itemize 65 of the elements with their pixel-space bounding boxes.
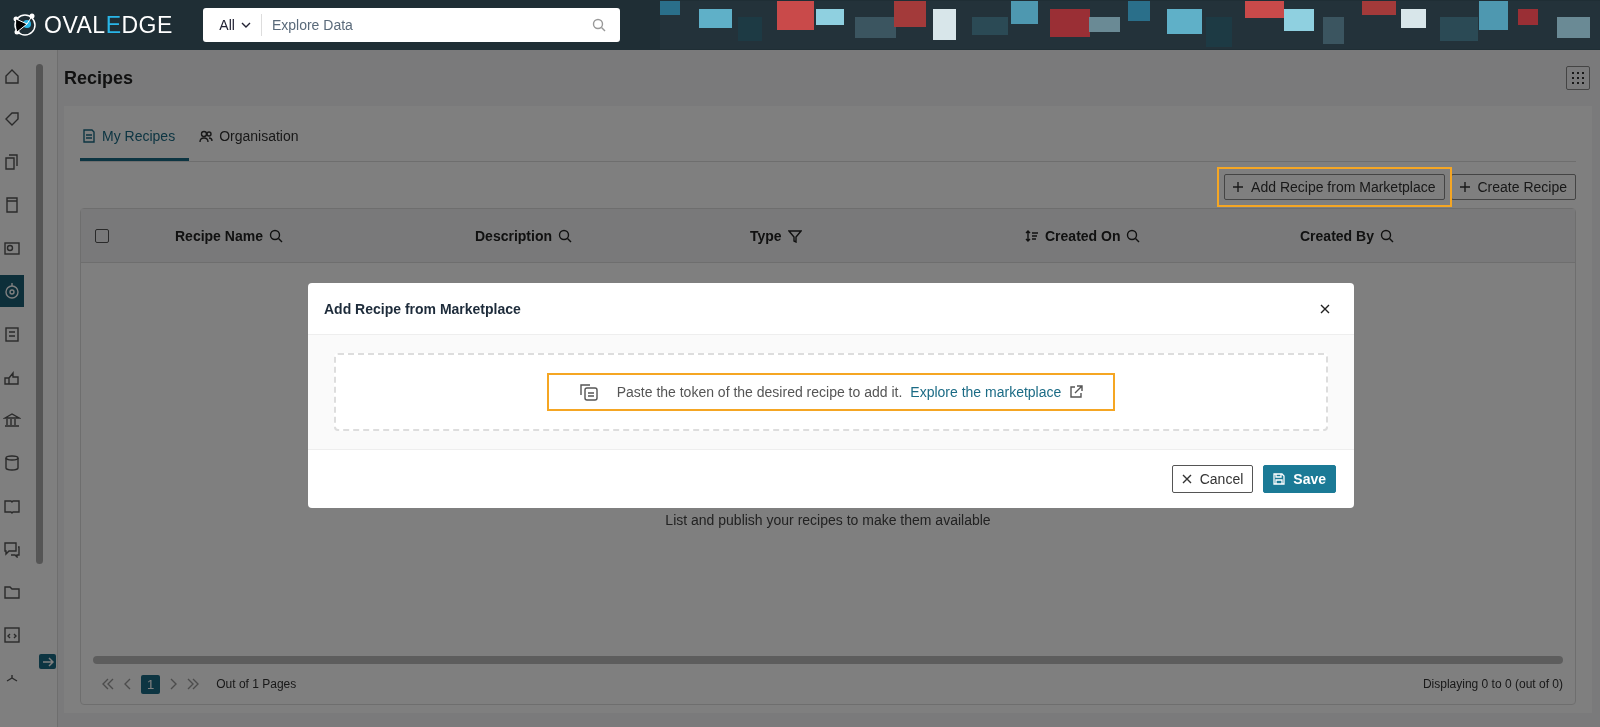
- add-button[interactable]: Create Recipe: [1450, 174, 1576, 200]
- hint-text: Paste the token of the desired recipe to add it.: [616, 384, 903, 400]
- dialog-title: Add Recipe from Marketplace: [324, 300, 521, 317]
- column-header[interactable]: Recipe Name: [175, 227, 263, 244]
- database-icon: [3, 454, 21, 472]
- first-page-icon[interactable]: [101, 678, 115, 690]
- column-header[interactable]: Description: [475, 227, 552, 244]
- drop-zone[interactable]: Paste the token of the desired recipe to add it. Explore the marketplace: [334, 353, 1328, 431]
- logo-icon: [12, 12, 38, 38]
- external-link-icon[interactable]: [1069, 385, 1084, 399]
- arrow-right-icon: [41, 656, 54, 667]
- column-header[interactable]: Created On: [1045, 227, 1121, 244]
- people-icon: [199, 129, 214, 143]
- scope-dropdown[interactable]: All: [219, 17, 235, 33]
- grid-icon: [1572, 72, 1584, 84]
- previous-page-icon[interactable]: [123, 678, 133, 690]
- chat-icon: [3, 540, 21, 558]
- clipboard-icon: [3, 325, 21, 343]
- chart-icon: [3, 239, 21, 257]
- search-icon[interactable]: [1126, 228, 1141, 243]
- column-header[interactable]: Type: [750, 227, 782, 244]
- documents-icon: [3, 153, 21, 171]
- tab[interactable]: My Recipes: [80, 116, 190, 161]
- scrollbar[interactable]: [36, 64, 43, 564]
- copy-icon: [578, 383, 599, 401]
- close-icon: [1181, 474, 1192, 484]
- filter-icon[interactable]: [787, 228, 802, 243]
- chevron-down-icon: [240, 21, 251, 29]
- page-summary: Out of 1 Pages: [216, 677, 297, 691]
- scrollbar[interactable]: [93, 656, 1563, 664]
- display-summary: Displaying 0 to 0 (out of 0): [1422, 677, 1563, 691]
- column-header[interactable]: Created By: [1300, 227, 1374, 244]
- save-button[interactable]: Save: [1263, 465, 1336, 493]
- bank-icon: [3, 411, 21, 429]
- tag-icon: [3, 110, 21, 128]
- expand-button[interactable]: [39, 654, 56, 669]
- apps-button[interactable]: [1566, 66, 1590, 90]
- tab[interactable]: Organisation: [199, 116, 313, 161]
- sort-icon[interactable]: [1025, 229, 1039, 242]
- checkbox[interactable]: [95, 228, 109, 243]
- search-field[interactable]: All Explore Data: [203, 8, 620, 42]
- thumbs-up-icon: [3, 368, 21, 386]
- plus-icon: [1459, 182, 1470, 192]
- next-page-icon[interactable]: [168, 678, 179, 690]
- code-icon: [3, 626, 21, 644]
- search-icon[interactable]: [592, 18, 606, 32]
- home-icon: [3, 67, 21, 85]
- last-page-icon[interactable]: [186, 678, 201, 690]
- marketplace-link[interactable]: Explore the marketplace: [910, 384, 1062, 400]
- empty-message: List and publish your recipes to make them available: [665, 512, 991, 528]
- sidebar-item[interactable]: [0, 275, 24, 307]
- search-icon[interactable]: [558, 228, 572, 243]
- book-icon: [3, 196, 21, 214]
- open-book-icon: [3, 497, 21, 515]
- page-title: Recipes: [64, 67, 134, 89]
- search-icon[interactable]: [268, 228, 283, 243]
- add-button[interactable]: Add Recipe from Marketplace: [1224, 174, 1445, 200]
- cancel-button[interactable]: Cancel: [1171, 465, 1254, 493]
- close-icon[interactable]: [1320, 303, 1330, 314]
- page-number[interactable]: 1: [141, 674, 161, 694]
- plus-icon: [1233, 182, 1244, 192]
- logo-text: OVALEDGE: [44, 11, 173, 39]
- document-icon: [82, 129, 96, 143]
- folder-icon: [3, 583, 21, 601]
- search-icon[interactable]: [1379, 228, 1394, 243]
